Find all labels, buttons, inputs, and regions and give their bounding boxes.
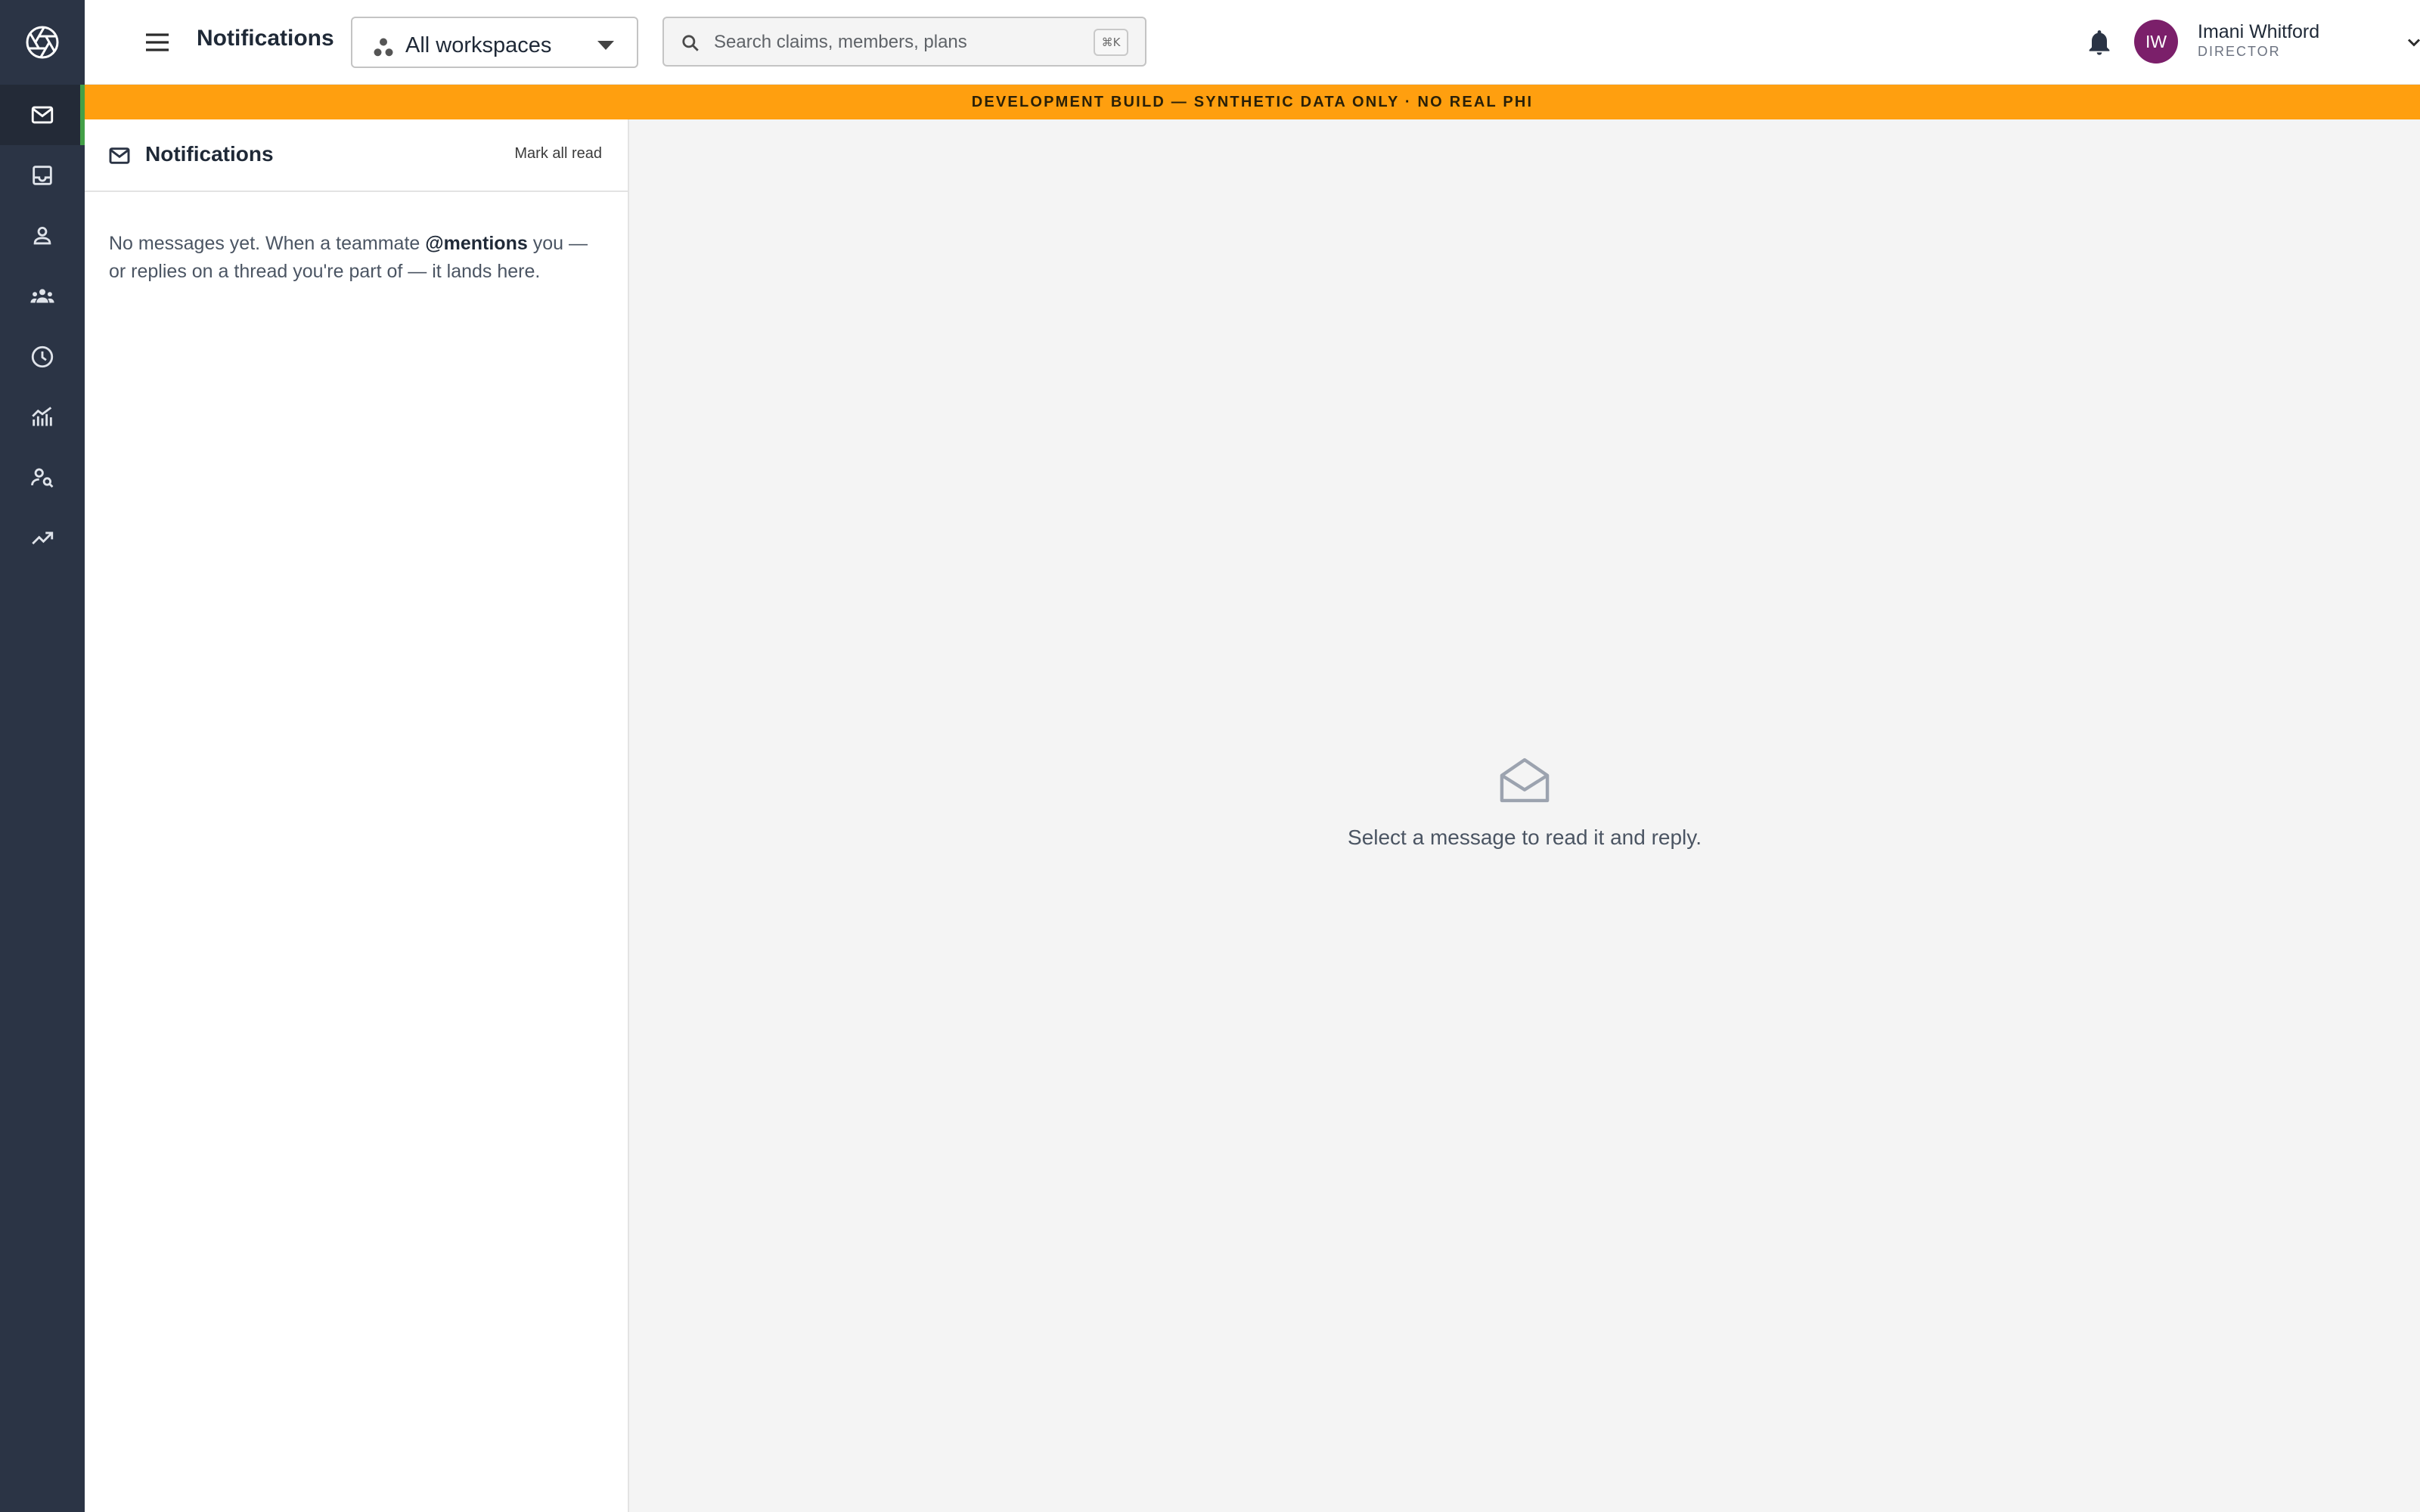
reading-pane-placeholder: Select a message to read it and reply.	[1348, 826, 1702, 849]
search-input[interactable]	[714, 26, 1077, 59]
nav-members[interactable]	[0, 206, 85, 266]
empty-state-message: No messages yet. When a teammate @mentio…	[109, 230, 608, 286]
page-title: Notifications	[197, 26, 334, 51]
chevron-down-icon	[2407, 39, 2420, 47]
nav-groups[interactable]	[0, 266, 85, 327]
person-search-icon	[31, 468, 54, 488]
mentions-text: @mentions	[425, 233, 528, 254]
notifications-button[interactable]	[2080, 23, 2119, 62]
dropdown-arrow-icon	[597, 41, 614, 50]
dev-build-banner: DEVELOPMENT BUILD — SYNTHETIC DATA ONLY …	[85, 85, 2420, 119]
person-icon	[33, 226, 51, 245]
user-name: Imani Whitford	[2198, 21, 2320, 42]
mark-all-read-button[interactable]: Mark all read	[514, 145, 602, 163]
workspaces-icon	[374, 38, 393, 57]
open-envelope-icon	[1500, 758, 1550, 803]
search-shortcut-badge: ⌘K	[1094, 29, 1128, 56]
top-bar: Notifications All workspaces ⌘K	[85, 0, 2420, 85]
mail-icon	[31, 106, 54, 124]
side-nav	[0, 0, 85, 1512]
user-role: DIRECTOR	[2198, 44, 2281, 59]
nav-member-search[interactable]	[0, 448, 85, 508]
dev-build-banner-text: DEVELOPMENT BUILD — SYNTHETIC DATA ONLY …	[971, 93, 1534, 110]
notifications-panel: Notifications Mark all read No messages …	[85, 119, 629, 1512]
workspace-select-value: All workspaces	[405, 33, 552, 57]
nav-notifications[interactable]	[0, 85, 85, 145]
user-menu[interactable]: IW Imani Whitford DIRECTOR	[2134, 17, 2420, 68]
workspace-select[interactable]: All workspaces	[351, 17, 638, 68]
nav-analytics[interactable]	[0, 387, 85, 448]
avatar: IW	[2134, 20, 2178, 64]
analytics-icon	[32, 407, 52, 426]
menu-button[interactable]	[138, 23, 177, 62]
app-logo[interactable]	[0, 0, 85, 85]
aperture-logo-icon	[26, 26, 59, 59]
search-icon	[682, 35, 699, 51]
global-search: ⌘K	[662, 17, 1146, 67]
app-root: Notifications All workspaces ⌘K	[0, 0, 2420, 1512]
nav-history[interactable]	[0, 327, 85, 387]
clock-icon	[31, 345, 54, 368]
nav-inbox[interactable]	[0, 145, 85, 206]
inbox-icon	[33, 166, 52, 185]
notifications-panel-title: Notifications	[145, 142, 274, 166]
reading-pane: Select a message to read it and reply.	[629, 119, 2420, 1512]
bell-icon	[2089, 30, 2110, 55]
notifications-panel-header: Notifications Mark all read	[85, 119, 628, 192]
group-icon	[30, 289, 54, 303]
nav-trends[interactable]	[0, 508, 85, 569]
trending-up-icon	[32, 531, 54, 545]
mail-icon	[109, 147, 130, 164]
hamburger-menu-icon	[146, 33, 169, 51]
empty-state-text-before: No messages yet. When a teammate	[109, 233, 426, 254]
